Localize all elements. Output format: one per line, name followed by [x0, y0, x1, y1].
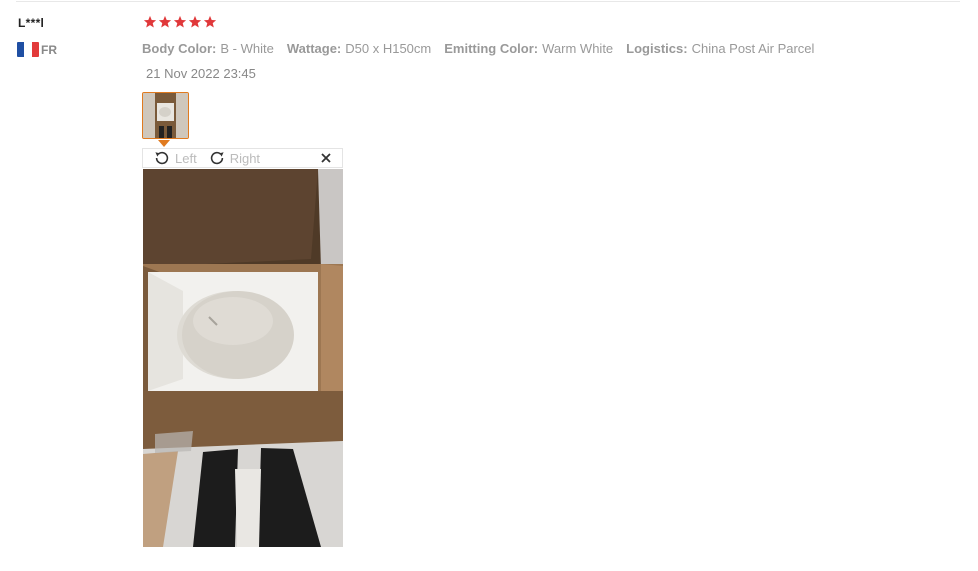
- property-value: B - White: [220, 41, 274, 56]
- property-key: Logistics:: [626, 41, 688, 56]
- star-icon: [158, 15, 172, 28]
- property-value: Warm White: [542, 41, 614, 56]
- country-code: FR: [41, 42, 57, 57]
- property-item: Body Color: B - White: [142, 41, 274, 56]
- property-key: Wattage:: [286, 41, 342, 56]
- review-date: 21 Nov 2022 23:45: [146, 66, 256, 81]
- star-icon: [143, 15, 157, 28]
- property-key: Emitting Color:: [444, 41, 539, 56]
- review-image-thumbnail[interactable]: [142, 92, 189, 139]
- reviewer-name: L***l: [18, 16, 45, 30]
- property-item: Emitting Color: Warm White: [444, 41, 613, 56]
- rotate-right-icon: [210, 151, 224, 165]
- thumbnail-image: [143, 93, 188, 138]
- star-icon: [188, 15, 202, 28]
- reviewer-country: FR: [17, 42, 57, 57]
- image-viewer-toolbar: Left Right: [142, 148, 343, 168]
- star-icon: [203, 15, 217, 28]
- divider: [16, 1, 960, 2]
- thumbnail-pointer: [158, 140, 170, 147]
- star-icon: [173, 15, 187, 28]
- property-value: China Post Air Parcel: [691, 41, 815, 56]
- property-value: D50 x H150cm: [345, 41, 432, 56]
- property-item: Logistics: China Post Air Parcel: [626, 41, 814, 56]
- review-photo: [143, 169, 343, 547]
- rotate-right-button[interactable]: Right: [209, 150, 260, 166]
- property-key: Body Color:: [142, 41, 217, 56]
- product-properties: Body Color: B - White Wattage: D50 x H150c…: [142, 41, 814, 56]
- rotate-left-icon: [155, 151, 169, 165]
- property-item: Wattage: D50 x H150cm: [287, 41, 431, 56]
- close-icon[interactable]: [321, 153, 331, 163]
- star-rating: [143, 15, 217, 29]
- france-flag-icon: [17, 42, 39, 57]
- rotate-left-label: Left: [175, 150, 197, 166]
- rotate-left-button[interactable]: Left: [154, 150, 197, 166]
- rotate-right-label: Right: [229, 150, 261, 166]
